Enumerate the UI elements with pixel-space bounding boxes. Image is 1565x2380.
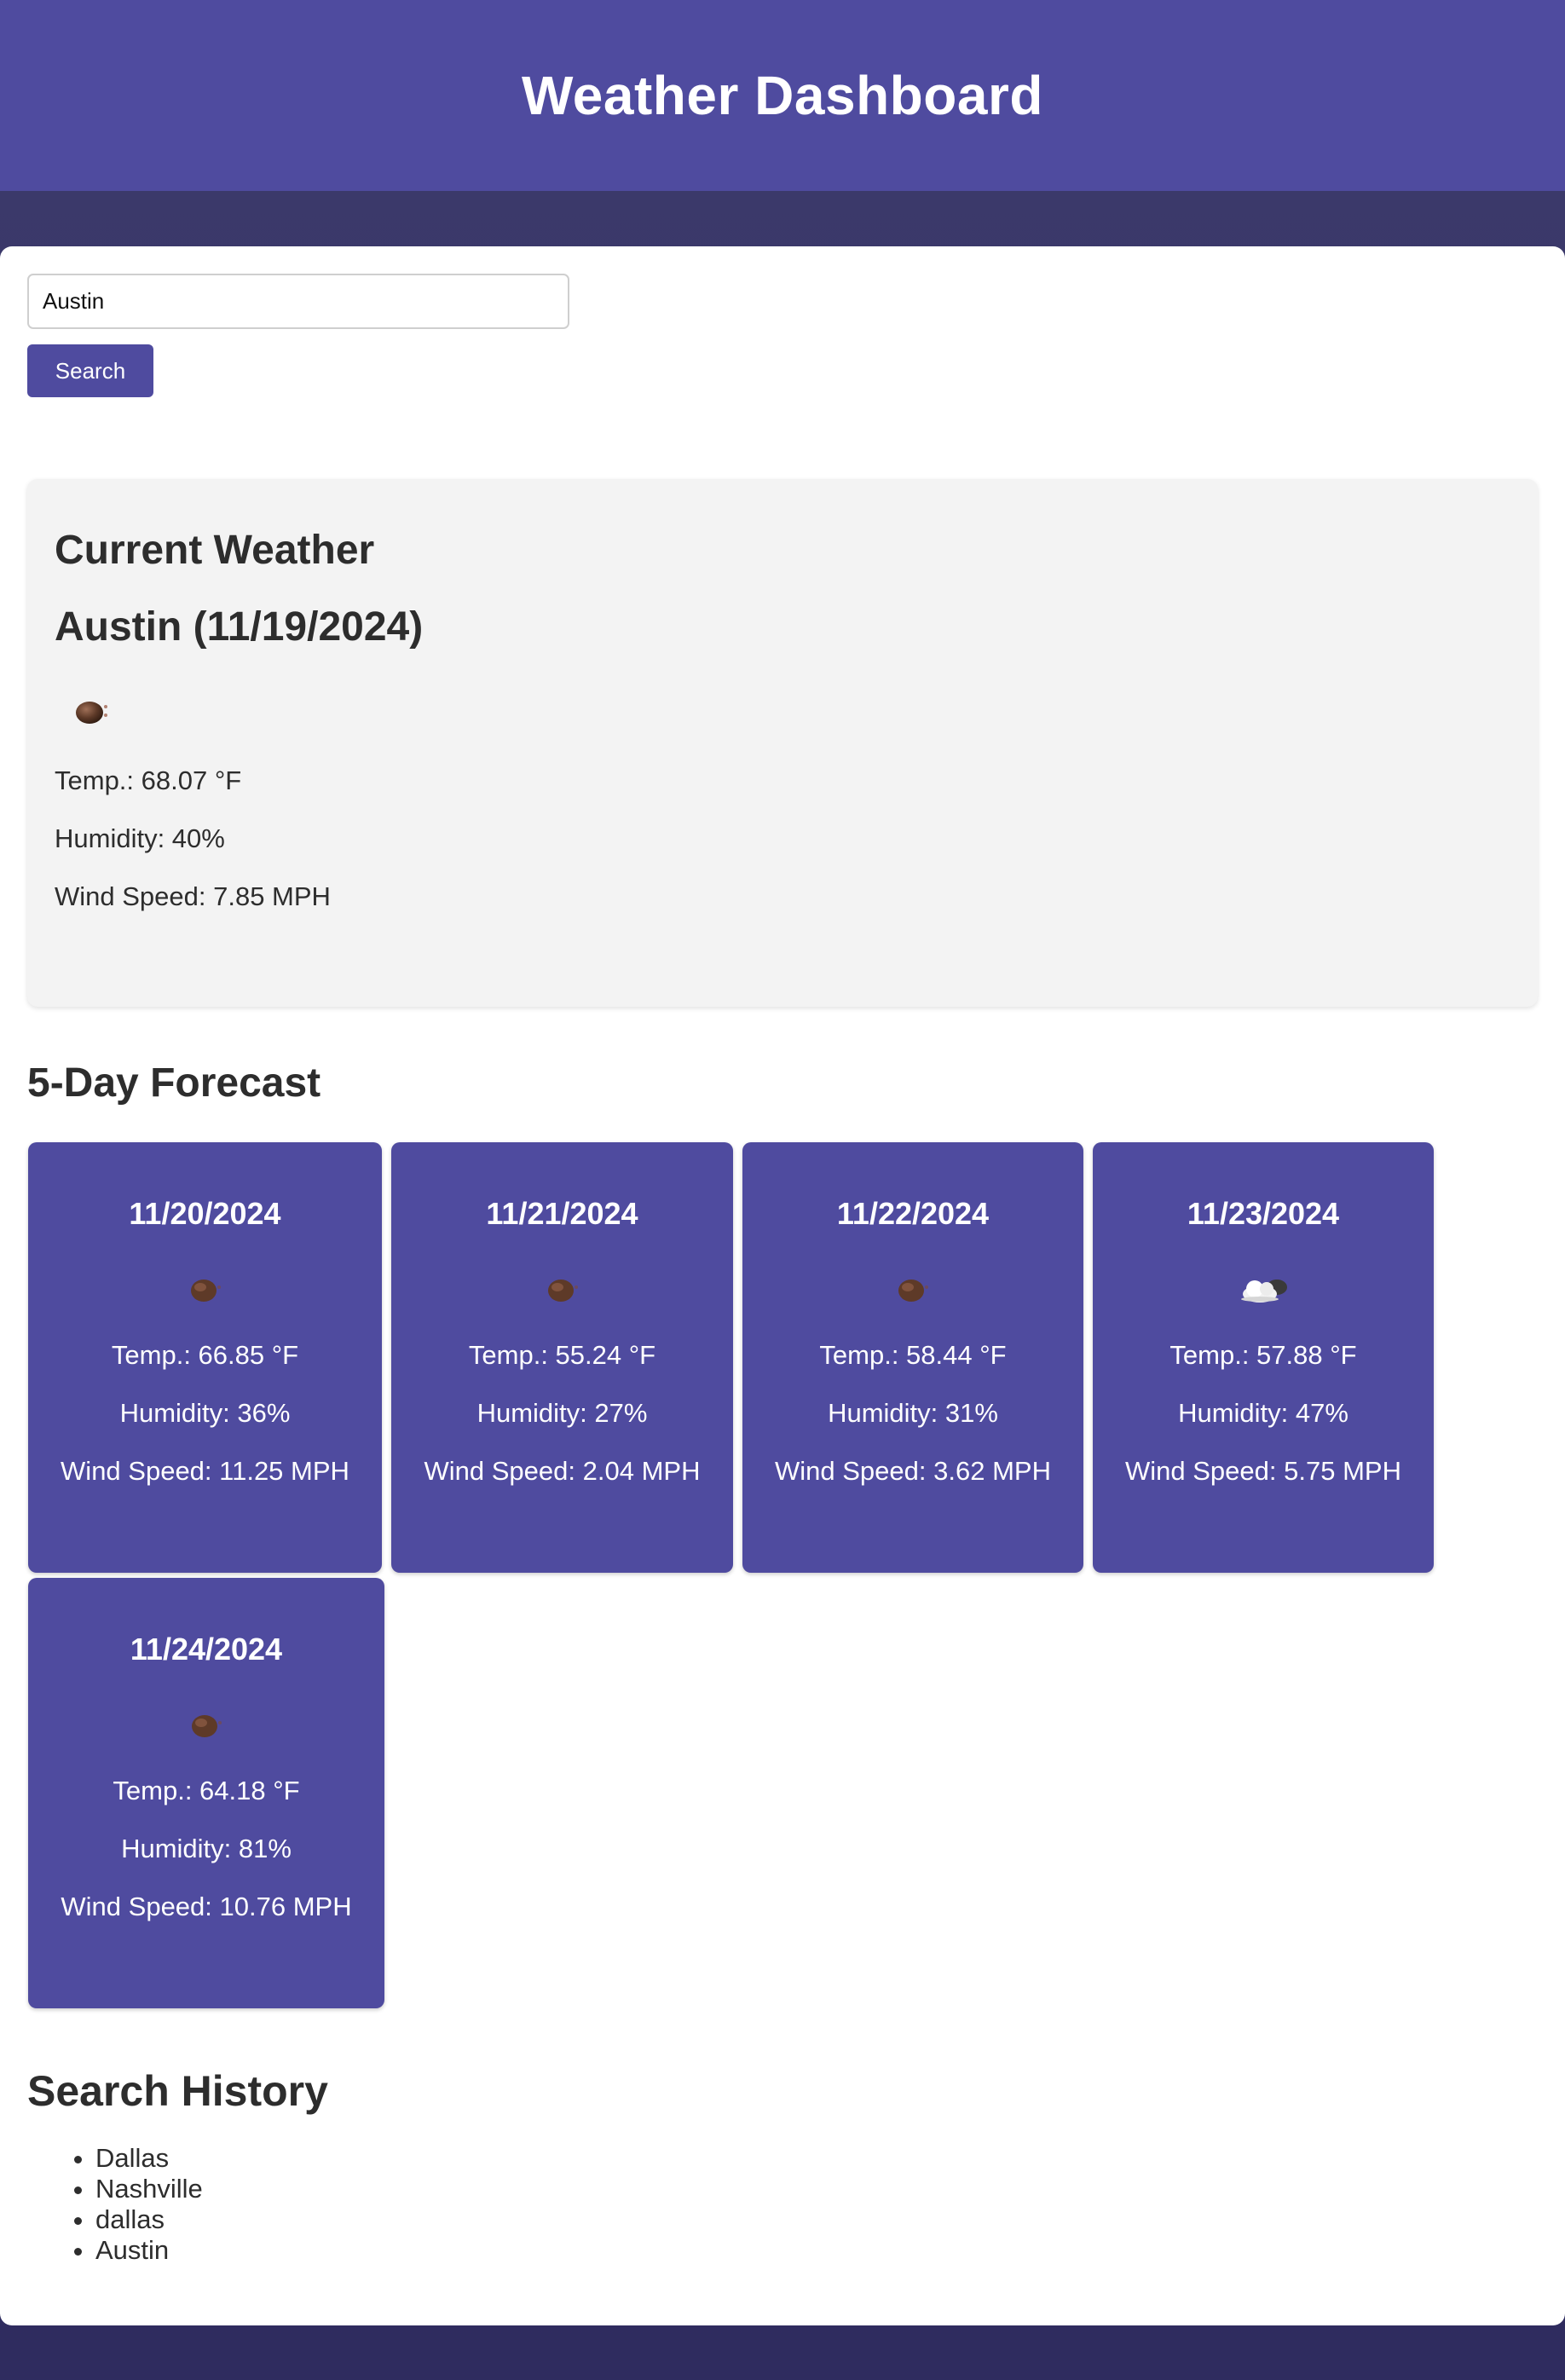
- forecast-wind: Wind Speed: 3.62 MPH: [775, 1456, 1051, 1486]
- current-wind: Wind Speed: 7.85 MPH: [55, 881, 331, 911]
- forecast-date: 11/22/2024: [836, 1196, 990, 1231]
- forecast-card: 11/22/2024 Temp.: 58.44 °F Humidity: 31%…: [742, 1142, 1083, 1573]
- forecast-date: 11/20/2024: [129, 1196, 281, 1231]
- cloudy-night-icon: [1241, 1280, 1287, 1303]
- main-content: Search Current Weather Austin (11/19/202…: [0, 246, 1565, 2325]
- forecast-humidity: Humidity: 31%: [828, 1398, 998, 1428]
- forecast-temp: Temp.: 55.24 °F: [468, 1340, 656, 1370]
- history-item-nashville[interactable]: Nashville: [95, 2174, 1538, 2204]
- forecast-humidity: Humidity: 27%: [476, 1398, 648, 1428]
- forecast-humidity: Humidity: 36%: [119, 1398, 291, 1428]
- forecast-grid: 11/20/2024 Temp.: 66.85 °F Humidity: 36%…: [27, 1142, 1538, 2012]
- forecast-date: 11/21/2024: [486, 1196, 638, 1231]
- search-history-list: Dallas Nashville dallas Austin: [27, 2143, 1538, 2266]
- search-button[interactable]: Search: [27, 344, 153, 397]
- forecast-wind: Wind Speed: 11.25 MPH: [61, 1456, 349, 1486]
- history-item-dallas[interactable]: Dallas: [95, 2143, 1538, 2174]
- forecast-heading: 5-Day Forecast: [27, 1060, 321, 1106]
- current-weather-heading: Current Weather: [55, 528, 375, 573]
- forecast-humidity: Humidity: 47%: [1178, 1398, 1348, 1428]
- forecast-date: 11/24/2024: [130, 1632, 283, 1667]
- city-search-input[interactable]: [27, 274, 569, 329]
- app-title: Weather Dashboard: [522, 65, 1043, 126]
- history-item-austin[interactable]: Austin: [95, 2235, 1538, 2266]
- forecast-card: 11/23/2024 Temp.: 57.88 °F Humidity: 47%…: [1093, 1142, 1434, 1573]
- forecast-card: 11/21/2024 Temp.: 55.24 °F Humidity: 27%…: [391, 1142, 733, 1573]
- current-city-date: Austin (11/19/2024): [55, 604, 424, 650]
- forecast-temp: Temp.: 57.88 °F: [1169, 1340, 1357, 1370]
- clear-night-icon: [192, 1715, 222, 1737]
- forecast-date: 11/23/2024: [1187, 1196, 1340, 1231]
- forecast-wind: Wind Speed: 5.75 MPH: [1125, 1456, 1401, 1486]
- clear-night-icon: [898, 1280, 928, 1302]
- forecast-wind: Wind Speed: 2.04 MPH: [424, 1456, 701, 1486]
- forecast-temp: Temp.: 58.44 °F: [819, 1340, 1007, 1370]
- current-temp: Temp.: 68.07 °F: [55, 765, 242, 795]
- current-humidity: Humidity: 40%: [55, 823, 225, 853]
- clear-night-icon: [190, 1280, 221, 1302]
- forecast-temp: Temp.: 66.85 °F: [111, 1340, 299, 1370]
- history-item-dallas-lower[interactable]: dallas: [95, 2204, 1538, 2235]
- current-weather-card: Current Weather Austin (11/19/2024) Temp…: [27, 479, 1538, 1007]
- search-history-heading: Search History: [27, 2067, 328, 2115]
- clear-night-icon: [547, 1280, 578, 1302]
- forecast-humidity: Humidity: 81%: [121, 1834, 292, 1863]
- clear-night-icon: [72, 690, 111, 730]
- forecast-wind: Wind Speed: 10.76 MPH: [61, 1892, 352, 1921]
- app-header: Weather Dashboard: [0, 0, 1565, 191]
- forecast-temp: Temp.: 64.18 °F: [113, 1776, 300, 1805]
- forecast-card: 11/24/2024 Temp.: 64.18 °F Humidity: 81%…: [28, 1578, 384, 2008]
- forecast-card: 11/20/2024 Temp.: 66.85 °F Humidity: 36%…: [28, 1142, 382, 1573]
